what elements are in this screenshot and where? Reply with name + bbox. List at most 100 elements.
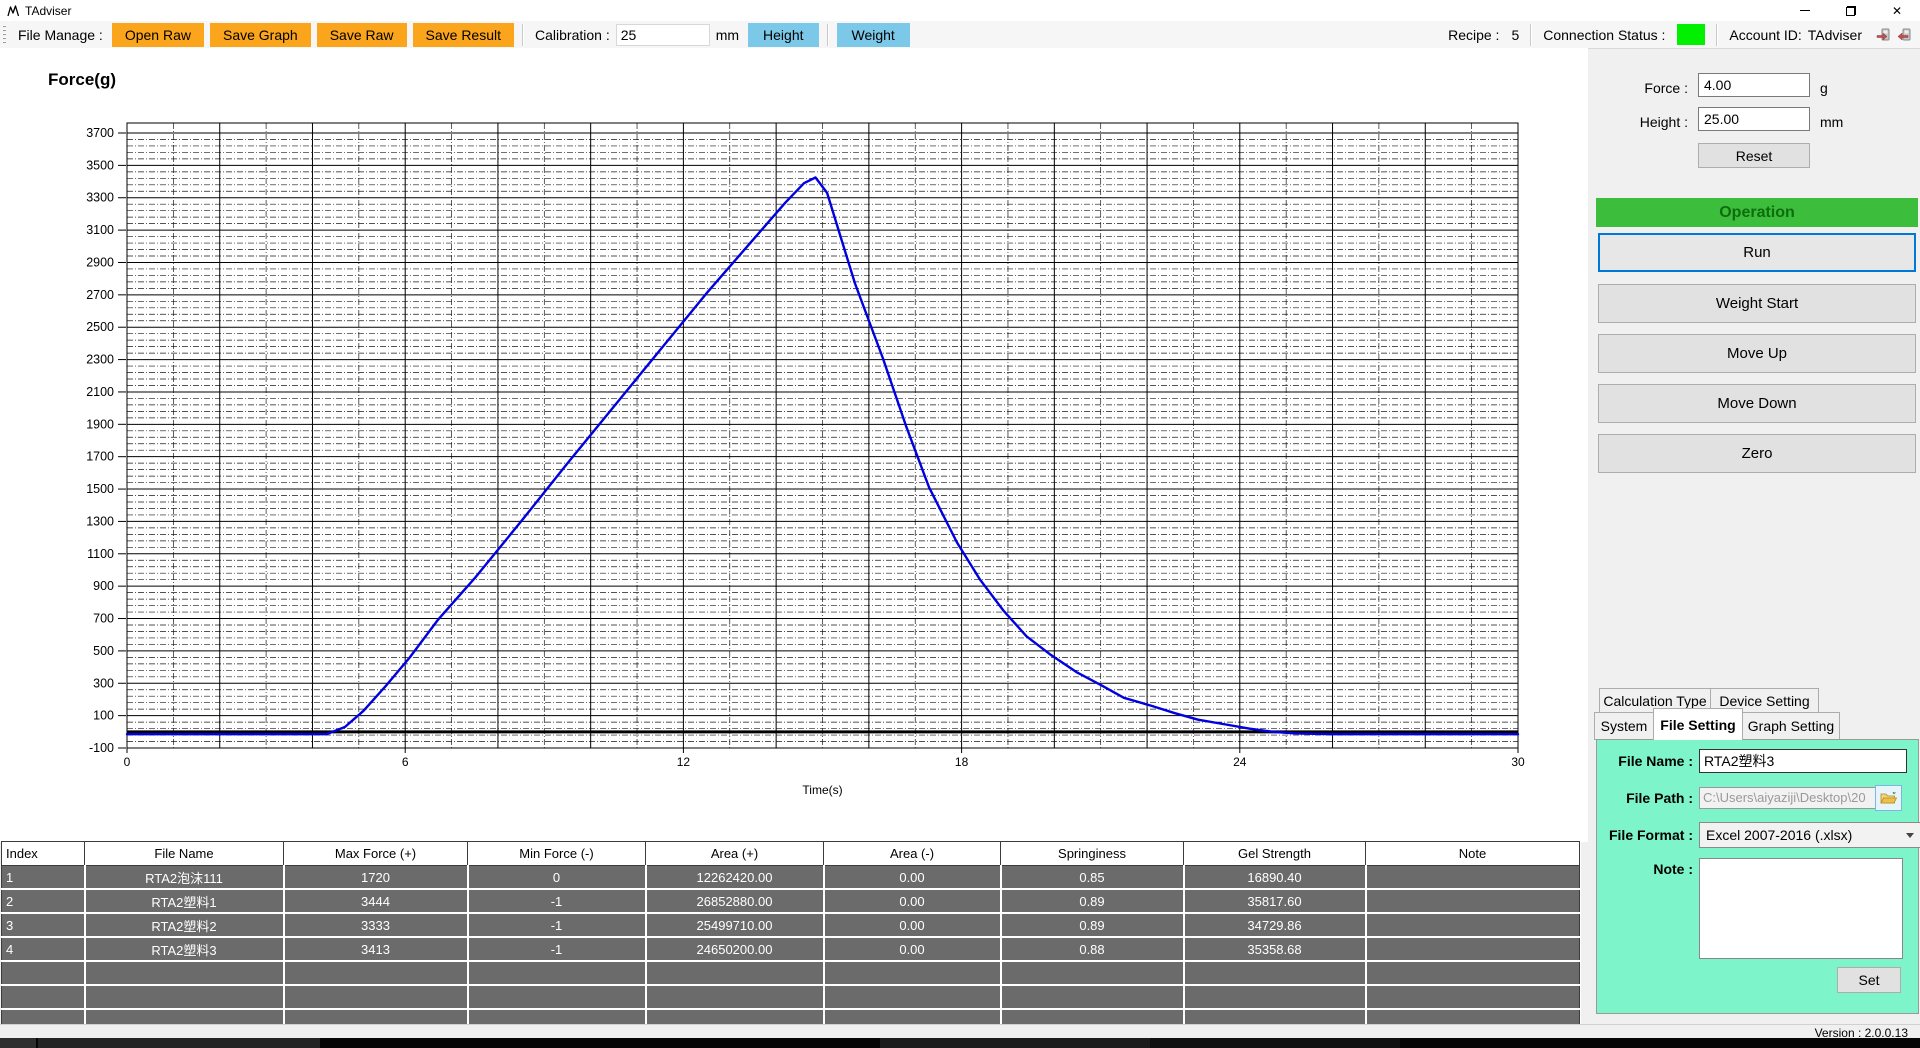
table-empty-row[interactable] bbox=[2, 961, 1580, 985]
file-path-label: File Path : bbox=[1607, 790, 1693, 806]
table-cell: RTA2塑料1 bbox=[85, 889, 284, 913]
height-unit: mm bbox=[1820, 114, 1843, 130]
results-table-region: IndexFile NameMax Force (+)Min Force (-)… bbox=[1, 841, 1581, 1024]
close-button[interactable]: ✕ bbox=[1874, 0, 1920, 21]
table-cell bbox=[2, 961, 85, 985]
table-cell: 3333 bbox=[284, 913, 468, 937]
table-cell: 1 bbox=[2, 866, 85, 890]
table-cell bbox=[1366, 985, 1580, 1009]
logout-icon[interactable] bbox=[1897, 27, 1912, 42]
table-cell bbox=[284, 1009, 468, 1024]
table-header-cell: Area (-) bbox=[824, 842, 1001, 866]
table-header-cell: Min Force (-) bbox=[468, 842, 646, 866]
results-table: IndexFile NameMax Force (+)Min Force (-)… bbox=[1, 841, 1580, 1024]
svg-text:Time(s): Time(s) bbox=[802, 783, 842, 797]
table-cell bbox=[646, 961, 824, 985]
calibration-label: Calibration : bbox=[535, 27, 610, 43]
table-cell: 2 bbox=[2, 889, 85, 913]
file-path-field: C:\Users\aiyaziji\Desktop\20 bbox=[1699, 787, 1879, 809]
table-header-cell: Area (+) bbox=[646, 842, 824, 866]
table-cell bbox=[468, 985, 646, 1009]
table-cell bbox=[1184, 1009, 1366, 1024]
save-result-button[interactable]: Save Result bbox=[413, 23, 514, 47]
table-cell bbox=[2, 1009, 85, 1024]
major-grid: -100100300500700900110013001500170019002… bbox=[86, 123, 1518, 755]
open-raw-button[interactable]: Open Raw bbox=[112, 23, 204, 47]
toolbar-grip bbox=[3, 25, 6, 44]
taskbar-segment bbox=[880, 1038, 1150, 1048]
file-format-select[interactable]: Excel 2007-2016 (.xlsx) bbox=[1699, 822, 1920, 848]
height-mode-button[interactable]: Height bbox=[748, 23, 818, 47]
account-id-value: TAdviser bbox=[1808, 27, 1862, 43]
run-button[interactable]: Run bbox=[1598, 233, 1916, 272]
restore-button[interactable] bbox=[1828, 0, 1874, 21]
table-cell bbox=[824, 961, 1001, 985]
calibration-input[interactable] bbox=[616, 24, 710, 46]
set-button[interactable]: Set bbox=[1837, 967, 1901, 993]
window-title: TAdviser bbox=[25, 4, 71, 18]
toolbar-separator bbox=[1530, 24, 1532, 46]
minor-grid bbox=[127, 123, 1518, 748]
move-up-button[interactable]: Move Up bbox=[1598, 334, 1916, 373]
svg-text:1100: 1100 bbox=[87, 547, 114, 561]
svg-text:700: 700 bbox=[93, 612, 114, 626]
recipe-label: Recipe : bbox=[1448, 27, 1499, 43]
force-input[interactable] bbox=[1698, 73, 1810, 97]
connection-status-indicator bbox=[1677, 24, 1705, 45]
table-row[interactable]: 4RTA2塑料33413-124650200.000.000.8835358.6… bbox=[2, 937, 1580, 961]
table-row[interactable]: 2RTA2塑料13444-126852880.000.000.8935817.6… bbox=[2, 889, 1580, 913]
svg-text:24: 24 bbox=[1233, 755, 1247, 769]
file-name-input[interactable] bbox=[1699, 749, 1907, 773]
weight-start-button[interactable]: Weight Start bbox=[1598, 284, 1916, 323]
table-cell bbox=[1184, 985, 1366, 1009]
table-row[interactable]: 3RTA2塑料23333-125499710.000.000.8934729.8… bbox=[2, 913, 1580, 937]
svg-text:2700: 2700 bbox=[86, 288, 114, 302]
file-setting-panel: File Name : File Path : C:\Users\aiyazij… bbox=[1596, 739, 1919, 1014]
toolbar-separator bbox=[827, 24, 829, 46]
table-empty-row[interactable] bbox=[2, 1009, 1580, 1024]
table-empty-row[interactable] bbox=[2, 985, 1580, 1009]
tab-graph-setting[interactable]: Graph Setting bbox=[1742, 712, 1840, 740]
account-id-label: Account ID: bbox=[1729, 27, 1801, 43]
status-bar: Version : 2.0.0.13 bbox=[0, 1024, 1920, 1039]
note-textarea[interactable] bbox=[1699, 858, 1903, 959]
save-graph-button[interactable]: Save Graph bbox=[210, 23, 311, 47]
svg-text:900: 900 bbox=[93, 579, 114, 593]
zero-button[interactable]: Zero bbox=[1598, 434, 1916, 473]
move-down-button[interactable]: Move Down bbox=[1598, 384, 1916, 423]
svg-text:2300: 2300 bbox=[86, 353, 114, 367]
table-cell: 34729.86 bbox=[1184, 913, 1366, 937]
height-input[interactable] bbox=[1698, 107, 1810, 131]
force-chart: -100100300500700900110013001500170019002… bbox=[0, 48, 1588, 842]
svg-text:3300: 3300 bbox=[86, 191, 114, 205]
taskbar-segment bbox=[1150, 1038, 1400, 1048]
weight-mode-button[interactable]: Weight bbox=[837, 23, 910, 47]
note-label: Note : bbox=[1643, 861, 1693, 877]
taskbar-segment bbox=[0, 1038, 36, 1048]
table-cell: 16890.40 bbox=[1184, 866, 1366, 890]
table-cell: -1 bbox=[468, 937, 646, 961]
chart-region: Force(g) -100100300500700900110013001500… bbox=[0, 48, 1588, 842]
svg-text:300: 300 bbox=[93, 676, 114, 690]
save-raw-button[interactable]: Save Raw bbox=[317, 23, 407, 47]
table-cell: 0.00 bbox=[824, 937, 1001, 961]
svg-text:3700: 3700 bbox=[86, 126, 114, 140]
toolbar: File Manage : Open Raw Save Graph Save R… bbox=[0, 21, 1920, 49]
table-cell: 3444 bbox=[284, 889, 468, 913]
calibration-unit: mm bbox=[716, 27, 739, 43]
title-bar: TAdviser ✕ bbox=[0, 0, 1920, 21]
table-cell bbox=[284, 985, 468, 1009]
table-cell: RTA2泡沫111 bbox=[85, 866, 284, 890]
reset-button[interactable]: Reset bbox=[1698, 143, 1810, 168]
browse-folder-button[interactable] bbox=[1875, 785, 1902, 811]
login-icon[interactable] bbox=[1876, 27, 1891, 42]
svg-text:18: 18 bbox=[955, 755, 969, 769]
minimize-button[interactable] bbox=[1782, 0, 1828, 21]
table-cell: 12262420.00 bbox=[646, 866, 824, 890]
table-row[interactable]: 1RTA2泡沫1111720012262420.000.000.8516890.… bbox=[2, 866, 1580, 890]
table-cell: 0.89 bbox=[1001, 913, 1184, 937]
tab-file-setting[interactable]: File Setting bbox=[1653, 708, 1743, 740]
tab-system[interactable]: System bbox=[1594, 712, 1654, 740]
connection-status-label: Connection Status : bbox=[1543, 27, 1665, 43]
app-icon bbox=[7, 5, 20, 17]
